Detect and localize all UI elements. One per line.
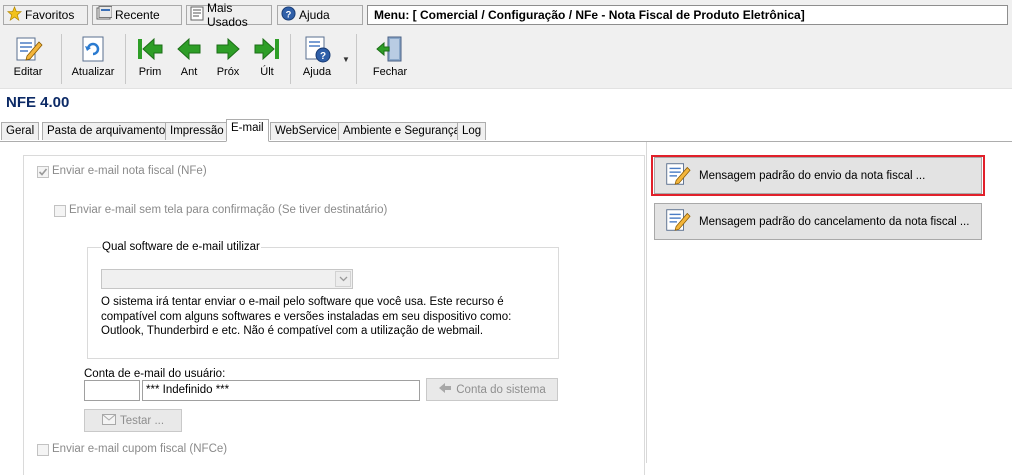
test-email-button[interactable]: Testar ... — [84, 409, 182, 432]
page-title: NFE 4.00 — [6, 94, 70, 111]
next-record-button[interactable]: Próx — [211, 32, 245, 86]
help-quick-button[interactable]: ? Ajuda — [277, 5, 363, 25]
system-account-button[interactable]: Conta do sistema — [426, 378, 558, 401]
favorites-label: Favoritos — [25, 8, 75, 22]
refresh-button[interactable]: Atualizar — [68, 32, 118, 86]
previous-record-button[interactable]: Ant — [172, 32, 206, 86]
back-arrow-icon — [438, 382, 452, 397]
most-used-button[interactable]: Mais Usados — [186, 1, 272, 29]
tab-webservice[interactable]: WebService — [270, 122, 342, 140]
user-email-account-label: Conta de e-mail do usuário: — [84, 368, 226, 380]
highlight-frame — [651, 155, 985, 196]
toolbar-separator — [356, 34, 357, 84]
right-arrow-icon — [211, 32, 245, 66]
help-document-icon: ? — [300, 32, 334, 66]
panel-divider — [646, 142, 647, 463]
send-without-confirmation-checkbox[interactable] — [54, 205, 66, 217]
edit-message-icon — [663, 206, 691, 237]
first-record-button[interactable]: Prim — [133, 32, 167, 86]
left-arrow-icon — [172, 32, 206, 66]
email-software-group-label: Qual software de e-mail utilizar — [101, 241, 261, 253]
dropdown-arrow-icon[interactable]: ▼ — [342, 55, 350, 64]
toolbar-separator — [125, 34, 126, 84]
send-nfe-email-checkbox[interactable] — [37, 166, 49, 178]
tab-email[interactable]: E-mail — [226, 119, 269, 142]
help-icon: ? — [281, 6, 296, 24]
next-label: Próx — [216, 66, 240, 78]
refresh-label: Atualizar — [71, 66, 115, 78]
favorites-button[interactable]: Favoritos — [3, 5, 88, 25]
tab-geral[interactable]: Geral — [1, 122, 40, 140]
exit-door-icon — [373, 32, 407, 66]
email-software-select[interactable] — [101, 269, 353, 289]
toolbar-separator — [61, 34, 62, 84]
help-toolbar-label: Ajuda — [302, 66, 332, 78]
email-software-description: O sistema irá tentar enviar o e-mail pel… — [101, 296, 512, 337]
refresh-icon — [76, 32, 110, 66]
previous-label: Ant — [180, 66, 198, 78]
first-label: Prim — [138, 66, 162, 78]
default-cancel-message-label: Mensagem padrão do cancelamento da nota … — [699, 215, 970, 228]
star-icon — [6, 5, 23, 24]
send-nfe-email-label: Enviar e-mail nota fiscal (NFe) — [52, 165, 207, 177]
test-email-label: Testar ... — [119, 414, 165, 427]
send-nfce-email-label: Enviar e-mail cupom fiscal (NFCe) — [52, 443, 228, 455]
tab-impressao[interactable]: Impressão — [165, 122, 229, 140]
svg-text:?: ? — [286, 9, 292, 19]
recent-label: Recente — [115, 8, 160, 22]
history-icon — [96, 6, 113, 24]
checkmark-icon — [38, 168, 48, 176]
envelope-icon — [101, 413, 116, 428]
document-list-icon — [190, 6, 204, 24]
help-toolbar-button[interactable]: ? Ajuda — [297, 32, 337, 86]
edit-document-icon — [11, 32, 45, 66]
first-arrow-icon — [133, 32, 167, 66]
tab-ambiente-e-seguranca[interactable]: Ambiente e Segurança — [338, 122, 465, 140]
default-cancel-message-button[interactable]: Mensagem padrão do cancelamento da nota … — [654, 203, 982, 240]
menu-path-display: Menu: [ Comercial / Configuração / NFe -… — [367, 5, 1008, 25]
tab-log[interactable]: Log — [457, 122, 487, 140]
user-email-account-input[interactable]: *** Indefinido *** — [142, 380, 420, 401]
recent-button[interactable]: Recente — [92, 5, 182, 25]
last-label: Últ — [260, 66, 274, 78]
toolbar-separator — [290, 34, 291, 84]
send-nfce-email-checkbox[interactable] — [37, 444, 49, 456]
close-label: Fechar — [372, 66, 408, 78]
system-account-label: Conta do sistema — [456, 383, 546, 396]
svg-text:?: ? — [320, 51, 326, 62]
send-without-confirmation-label: Enviar e-mail sem tela para confirmação … — [69, 204, 388, 216]
edit-button[interactable]: Editar — [6, 32, 50, 86]
edit-label: Editar — [13, 66, 43, 78]
chevron-down-icon[interactable] — [335, 271, 351, 287]
close-button[interactable]: Fechar — [367, 32, 413, 86]
last-record-button[interactable]: Últ — [250, 32, 284, 86]
tab-pasta-de-arquivamento[interactable]: Pasta de arquivamento — [42, 122, 171, 140]
user-email-account-code-input[interactable] — [84, 380, 140, 401]
most-used-label: Mais Usados — [207, 1, 248, 29]
help-quick-label: Ajuda — [299, 8, 330, 22]
last-arrow-icon — [250, 32, 284, 66]
